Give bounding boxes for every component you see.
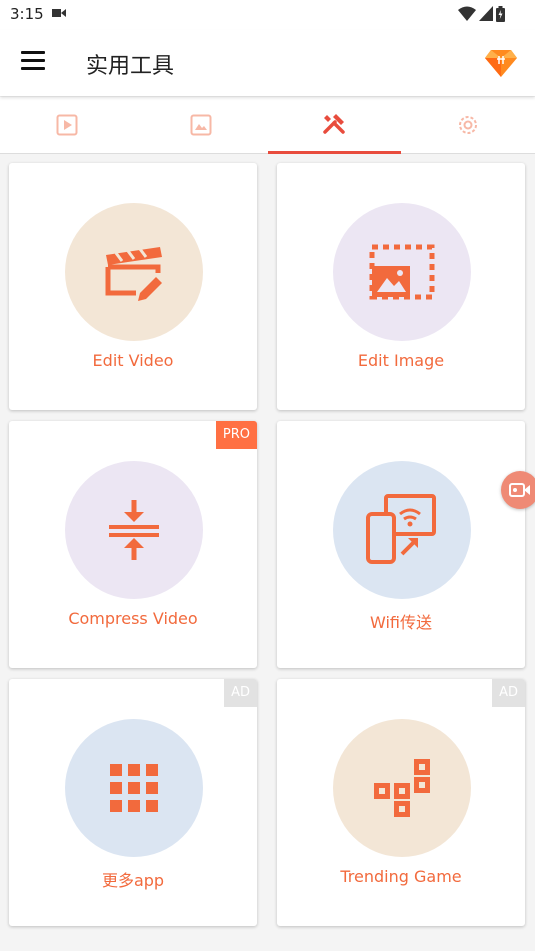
tab-video[interactable] [0,97,134,153]
status-icons [458,6,505,22]
blocks-game-icon [372,758,432,818]
status-time: 3:15 [10,5,44,23]
tool-card-more-apps[interactable]: AD 更多app [9,679,257,926]
premium-gem-icon[interactable] [485,46,517,78]
icon-circle [65,719,203,857]
compress-icon [109,500,159,560]
tab-tools[interactable] [267,97,402,154]
tab-settings[interactable] [401,97,535,153]
icon-circle [333,203,471,341]
tool-label: Edit Image [357,351,445,370]
image-crop-icon [369,244,435,300]
wifi-transfer-icon [366,494,436,564]
tool-label: 更多app [101,871,165,890]
tool-label: Compress Video [68,609,198,628]
signal-icon [479,6,493,21]
image-icon [190,114,212,136]
video-play-icon [56,114,78,136]
tool-card-wifi-transfer[interactable]: Wifi传送 [277,421,525,668]
video-camera-icon [509,483,530,497]
tab-image[interactable] [134,97,268,153]
clapperboard-edit-icon [105,247,162,301]
app-bar: 实用工具 [0,30,535,96]
icon-circle [333,719,471,857]
tab-bar [0,97,535,154]
battery-icon [496,6,505,22]
pro-badge: PRO [215,421,257,449]
icon-circle [65,461,203,599]
tool-card-compress-video[interactable]: PRO Compress Video [9,421,257,668]
icon-circle [65,203,203,341]
status-bar: 3:15 [0,0,535,30]
tools-icon [323,114,346,134]
tool-label: Wifi传送 [370,613,432,632]
ad-badge: AD [224,679,257,707]
tool-card-trending-game[interactable]: AD Trending Game [277,679,525,926]
ad-badge: AD [492,679,525,707]
page-title: 实用工具 [86,54,175,79]
tool-label: Edit Video [92,351,174,370]
video-camera-icon [52,9,66,17]
tool-card-edit-video[interactable]: Edit Video [9,163,257,410]
grid-apps-icon [110,764,158,812]
icon-circle [333,461,471,599]
gear-icon [459,116,478,134]
floating-recorder-button[interactable] [501,471,535,509]
tool-card-edit-image[interactable]: Edit Image [277,163,525,410]
tool-label: Trending Game [340,867,462,886]
wifi-icon [458,6,476,21]
hamburger-menu-icon[interactable] [21,51,45,73]
